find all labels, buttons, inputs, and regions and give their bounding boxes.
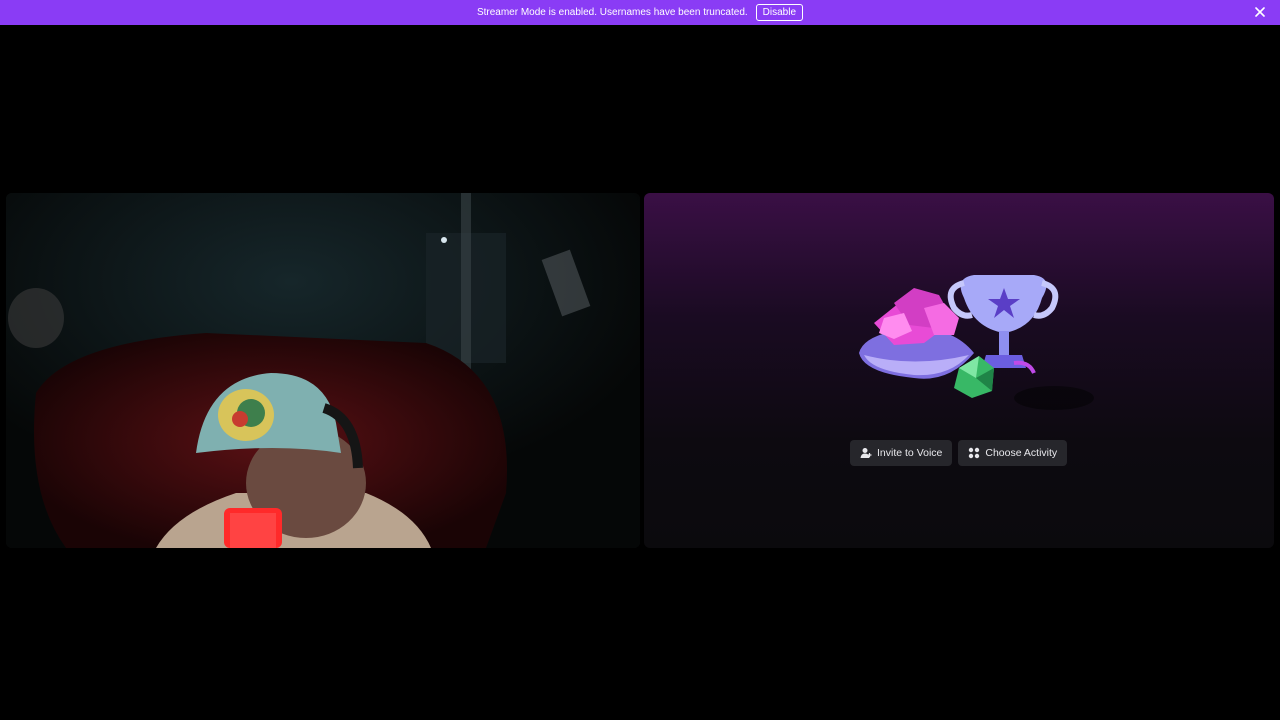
disable-streamer-mode-button[interactable]: Disable bbox=[755, 4, 804, 21]
close-icon bbox=[1255, 7, 1265, 17]
choose-activity-label: Choose Activity bbox=[985, 447, 1058, 459]
close-banner-button[interactable] bbox=[1252, 4, 1268, 20]
person-add-icon bbox=[860, 448, 872, 458]
invite-to-voice-label: Invite to Voice bbox=[877, 447, 943, 459]
invite-to-voice-button[interactable]: Invite to Voice bbox=[850, 440, 953, 466]
activity-actions: Invite to Voice Choose Activity bbox=[850, 440, 1068, 466]
voice-call-stage: Invite to Voice Choose Activity bbox=[0, 25, 1280, 720]
trophy-gems-dice-illustration bbox=[859, 275, 1094, 410]
grid-icon bbox=[969, 447, 980, 459]
activity-panel: Invite to Voice Choose Activity bbox=[644, 193, 1274, 548]
webcam-video-tile[interactable] bbox=[6, 193, 640, 548]
streamer-mode-banner: Streamer Mode is enabled. Usernames have… bbox=[0, 0, 1280, 25]
webcam-feed bbox=[6, 193, 640, 548]
streamer-mode-message: Streamer Mode is enabled. Usernames have… bbox=[476, 7, 748, 18]
choose-activity-button[interactable]: Choose Activity bbox=[958, 440, 1068, 466]
